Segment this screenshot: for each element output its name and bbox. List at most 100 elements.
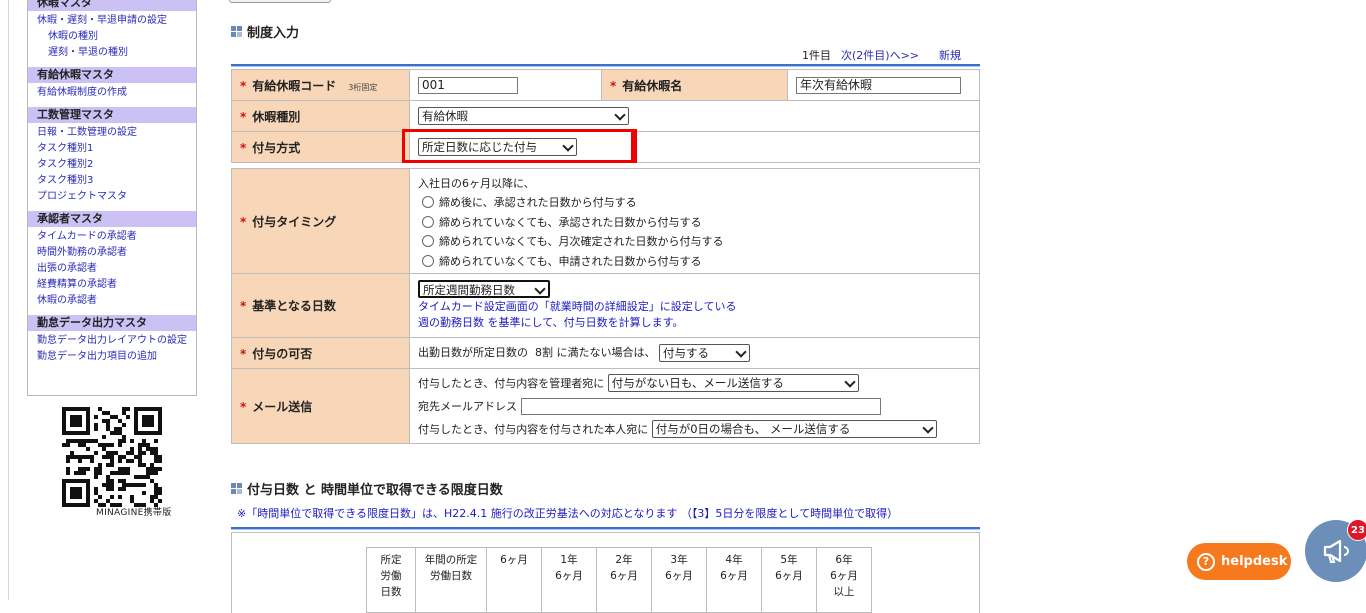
row-basis: * 基準となる日数 所定週間勤務日数 タイムカード設定画面の「就業時間の詳細設定」… (231, 273, 980, 338)
qr-module (154, 455, 158, 459)
sidebar-link[interactable]: 休暇・遅刻・早退申請の設定 (28, 13, 196, 29)
sidebar-link[interactable]: 時間外勤務の承認者 (28, 245, 196, 261)
label-method: * 付与方式 (231, 131, 410, 163)
radio-icon[interactable] (422, 196, 434, 209)
qr-module (66, 471, 70, 475)
qr-module (86, 455, 90, 459)
qr-module (122, 487, 126, 491)
qr-module (66, 439, 70, 443)
sidebar-link[interactable]: 出張の承認者 (28, 261, 196, 277)
qr-module (82, 455, 86, 459)
top-button[interactable] (229, 0, 331, 3)
notification-badge: 23 (1347, 519, 1366, 541)
qr-module (82, 439, 86, 443)
qr-module (78, 455, 82, 459)
qr-module (94, 427, 98, 431)
pager-next-link[interactable]: 次(2件目)へ>> (841, 47, 919, 63)
qr-module (78, 443, 82, 447)
qr-module (122, 423, 126, 427)
sidebar-link[interactable]: 経費精算の承認者 (28, 277, 196, 293)
sidebar-section-header: 勤怠データ出力マスタ (28, 315, 196, 331)
sidebar-link[interactable]: 休暇の承認者 (28, 293, 196, 309)
qr-module (142, 443, 146, 447)
sidebar-link[interactable]: タスク種別2 (28, 157, 196, 173)
mail-admin-select[interactable]: 付与がない日も、メール送信する (607, 374, 859, 392)
qr-module (154, 467, 158, 471)
sidebar-link[interactable]: プロジェクトマスタ (28, 189, 196, 205)
row-timing: * 付与タイミング 入社日の6ヶ月以降に、 締め後に、承認された日数から付与する … (231, 168, 980, 274)
sidebar-section-items: 日報・工数管理の設定 タスク種別1 タスク種別2 タスク種別3 プロジェクトマスタ (28, 123, 196, 207)
policy-form-bottom: * 付与タイミング 入社日の6ヶ月以降に、 締め後に、承認された日数から付与する … (231, 168, 980, 444)
sidebar-link[interactable]: 勤怠データ出力レイアウトの設定 (28, 333, 196, 349)
megaphone-icon (1323, 539, 1349, 563)
qr-module (106, 411, 110, 415)
qr-module (134, 483, 138, 487)
sidebar-link[interactable]: タスク種別3 (28, 173, 196, 189)
sidebar-link[interactable]: 有給休暇制度の作成 (28, 85, 196, 101)
code-input[interactable]: 001 (418, 76, 518, 94)
section-title-policy: 制度入力 (231, 22, 299, 41)
qr-module (122, 407, 126, 411)
qr-module (150, 463, 154, 467)
sidebar-link[interactable]: タスク種別1 (28, 141, 196, 157)
grant-select[interactable]: 付与する (659, 344, 750, 362)
radio-icon[interactable] (422, 235, 434, 248)
qr-module (118, 427, 122, 431)
qr-module (130, 499, 134, 503)
chevron-down-icon (534, 283, 546, 295)
section-divider (231, 527, 980, 530)
qr-module (130, 447, 134, 451)
qr-module (122, 479, 126, 483)
timing-option-2[interactable]: 締められていなくても、承認された日数から付与する (418, 212, 979, 232)
qr-module (94, 415, 98, 419)
qr-module (94, 475, 98, 479)
qr-module (126, 407, 130, 411)
qr-module (70, 451, 74, 455)
qr-module (110, 455, 114, 459)
timing-option-4[interactable]: 締められていなくても、申請された日数から付与する (418, 251, 979, 271)
qr-module (66, 443, 70, 447)
timing-option-1[interactable]: 締め後に、承認された日数から付与する (418, 193, 979, 213)
sidebar-link[interactable]: タイムカードの承認者 (28, 229, 196, 245)
mail-self-select[interactable]: 付与が0日の場合も、 メール送信する (651, 420, 937, 438)
qr-module (126, 459, 130, 463)
helpdesk-button[interactable]: ? helpdesk (1187, 543, 1291, 580)
qr-module (66, 459, 70, 463)
type-select[interactable]: 有給休暇 (418, 107, 629, 125)
qr-module (146, 447, 150, 451)
timing-option-3[interactable]: 締められていなくても、月次確定された日数から付与する (418, 232, 979, 252)
radio-icon[interactable] (422, 254, 434, 267)
method-select[interactable]: 所定日数に応じた付与 (418, 138, 577, 156)
radio-icon[interactable] (422, 215, 434, 228)
sidebar-link[interactable]: 日報・工数管理の設定 (28, 125, 196, 141)
qr-module (102, 435, 106, 439)
new-link[interactable]: 新規 (939, 47, 961, 63)
qr-module (118, 487, 122, 491)
qr-module (150, 451, 154, 455)
mail-address-input[interactable] (520, 397, 881, 415)
qr-module (126, 483, 130, 487)
cell-mail: 付与したとき、付与内容を管理者宛に 付与がない日も、メール送信する 宛先メールア… (409, 368, 980, 444)
sidebar-link[interactable]: 遅刻・早退の種別 (28, 45, 196, 61)
qr-module (70, 487, 82, 499)
qr-module (142, 483, 146, 487)
sidebar-link[interactable]: 勤怠データ出力項目の追加 (28, 349, 196, 365)
qr-module (110, 479, 114, 483)
sidebar-link[interactable]: 休暇の種別 (28, 29, 196, 45)
qr-module (62, 443, 66, 447)
qr-module (118, 459, 122, 463)
qr-module (118, 455, 122, 459)
qr-module (110, 471, 114, 475)
row-type: * 休暇種別 有給休暇 (231, 100, 980, 132)
basis-select[interactable]: 所定週間勤務日数 (418, 280, 550, 298)
qr-module (102, 411, 106, 415)
name-input[interactable]: 年次有給休暇 (796, 76, 961, 94)
chevron-down-icon (735, 346, 747, 358)
qr-module (158, 499, 162, 503)
qr-caption: MINAGINE携帯版 (96, 508, 172, 518)
qr-module (154, 483, 158, 487)
qr-module (150, 479, 154, 483)
sidebar-section-items: タイムカードの承認者 時間外勤務の承認者 出張の承認者 経費精算の承認者 休暇の承認者 (28, 227, 196, 311)
qr-module (154, 491, 158, 495)
qr-module (102, 443, 106, 447)
